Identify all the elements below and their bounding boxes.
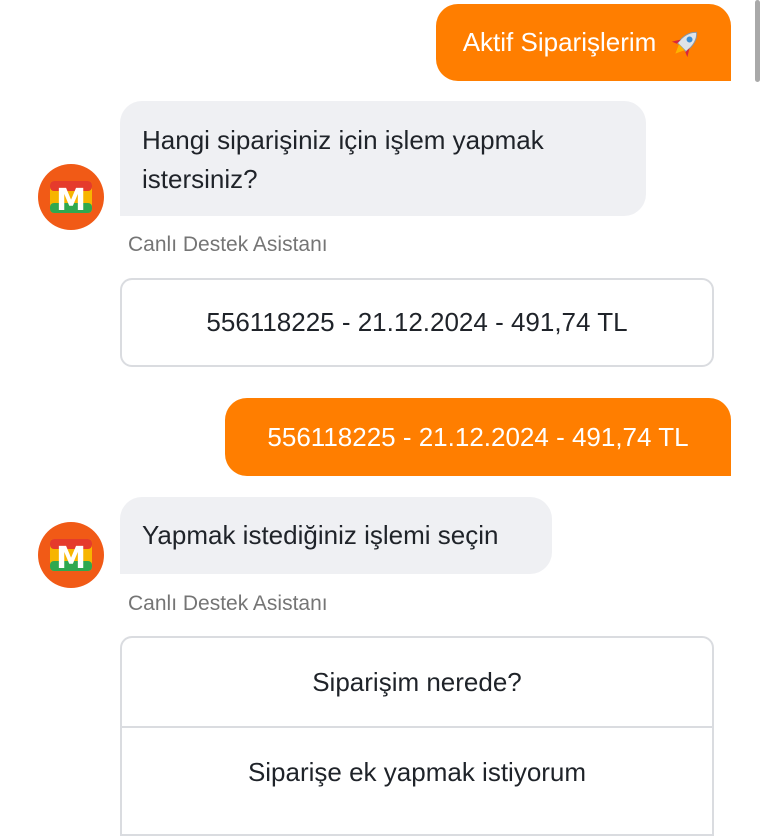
bot-avatar: M bbox=[38, 164, 104, 230]
user-message-bubble: Aktif Siparişlerim bbox=[436, 4, 731, 81]
add-to-order-button[interactable]: Siparişe ek yapmak istiyorum bbox=[122, 726, 712, 816]
bot-message-bubble: Hangi siparişiniz için işlem yapmak iste… bbox=[120, 101, 646, 216]
order-option-button[interactable]: 556118225 - 21.12.2024 - 491,74 TL bbox=[122, 280, 712, 365]
rocket-icon bbox=[668, 25, 704, 61]
bot-message-text: Yapmak istediğiniz işlemi seçin bbox=[142, 520, 499, 550]
svg-text:M: M bbox=[56, 541, 86, 575]
bot-avatar: M bbox=[38, 522, 104, 588]
bot-message-text: Hangi siparişiniz için işlem yapmak iste… bbox=[142, 125, 544, 194]
order-option-label: 556118225 - 21.12.2024 - 491,74 TL bbox=[206, 307, 628, 337]
user-message-bubble: 556118225 - 21.12.2024 - 491,74 TL bbox=[225, 398, 731, 476]
where-is-my-order-button[interactable]: Siparişim nerede? bbox=[122, 638, 712, 726]
option-label: Siparişim nerede? bbox=[312, 666, 522, 697]
action-options-card: Siparişim nerede? Siparişe ek yapmak ist… bbox=[120, 636, 714, 836]
scrollbar[interactable] bbox=[755, 0, 760, 82]
migros-logo-icon: M bbox=[50, 539, 92, 575]
user-message-text: 556118225 - 21.12.2024 - 491,74 TL bbox=[267, 421, 689, 452]
user-message-text: Aktif Siparişlerim bbox=[462, 27, 657, 57]
bot-message-bubble: Yapmak istediğiniz işlemi seçin bbox=[120, 497, 552, 574]
option-label: Siparişe ek yapmak istiyorum bbox=[247, 756, 587, 787]
svg-text:M: M bbox=[56, 183, 86, 217]
sender-name: Canlı Destek Asistanı bbox=[128, 592, 328, 615]
order-options-card: 556118225 - 21.12.2024 - 491,74 TL bbox=[120, 278, 714, 367]
migros-logo-icon: M bbox=[50, 181, 92, 217]
sender-name: Canlı Destek Asistanı bbox=[128, 233, 328, 256]
